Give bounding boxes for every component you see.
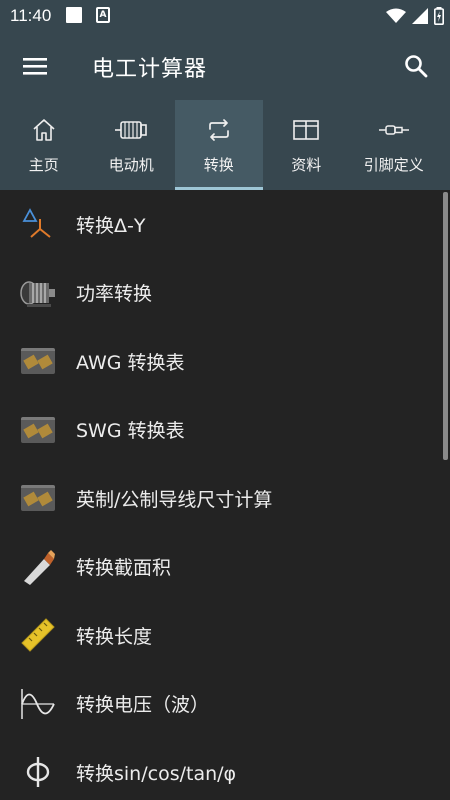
list-item-cross-section[interactable]: 转换截面积 [0,533,450,602]
status-icons [386,6,444,26]
tab-pinout[interactable]: 引脚定义 [350,100,438,190]
list-item-power[interactable]: 功率转换 [0,259,450,328]
cable-icon [24,549,55,585]
status-time: 11:40 [10,6,52,25]
sine-wave-icon [21,688,55,719]
wifi-icon [386,8,406,23]
list-item-awg[interactable]: AWG 转换表 [0,327,450,396]
list-item-label: 英制/公制导线尺寸计算 [76,488,273,511]
search-button[interactable] [396,46,436,86]
tab-bar: 主页 电动机 转换 资料 引脚定义 [0,100,450,190]
app-title: 电工计算器 [92,57,208,82]
list-item-label: AWG 转换表 [76,351,185,374]
convert-icon [208,119,229,141]
list-item-label: 转换截面积 [76,557,172,580]
list-item-label: 转换电压（波） [76,694,210,717]
tab-home[interactable]: 主页 [0,100,88,190]
conversion-list: 转换Δ-Y 功率转换 AWG 转换表 SWG 转换表 英制/公制导线尺寸计算 转… [0,190,450,800]
connector-icon [378,125,409,135]
list-item-label: 功率转换 [76,283,153,306]
phi-icon [26,757,50,788]
list-item-voltage-wave[interactable]: 转换电压（波） [0,670,450,739]
notification-icon [66,7,82,23]
list-item-label: 转换Δ-Y [76,214,146,237]
search-icon [405,55,428,78]
awg-chip-icon [21,348,55,375]
app-bar: 电工计算器 [0,32,450,100]
list-item-label: 转换sin/cos/tan/φ [76,762,237,785]
list-item-delta-y[interactable]: 转换Δ-Y [0,190,450,259]
tab-label: 主页 [28,156,59,174]
tab-label: 转换 [203,156,234,174]
motor-image-icon [20,281,55,307]
tab-label: 引脚定义 [363,156,424,174]
signal-icon [412,8,428,24]
tab-convert[interactable]: 转换 [175,100,263,190]
list-item-label: 转换长度 [76,625,153,648]
motor-icon [115,121,148,139]
menu-button[interactable] [14,46,56,86]
list-item-wire-size[interactable]: 英制/公制导线尺寸计算 [0,464,450,533]
table-icon [293,120,320,140]
swg-chip-icon [21,416,55,443]
hamburger-menu-icon [23,58,47,75]
list-item-length[interactable]: 转换长度 [0,601,450,670]
status-bar: 11:40 A [0,0,450,32]
wire-size-chip-icon [21,485,55,512]
tab-reference[interactable]: 资料 [263,100,351,190]
tab-label: 电动机 [108,156,154,174]
tab-motor[interactable]: 电动机 [88,100,176,190]
app-header: 11:40 A 电工计算器 主页 电动机 转换 资料 引脚定义 [0,0,450,190]
tab-label: 资料 [291,156,322,174]
home-icon [33,119,55,141]
list-item-swg[interactable]: SWG 转换表 [0,396,450,465]
battery-icon [434,7,444,25]
list-item-label: SWG 转换表 [76,420,185,443]
ruler-icon [21,618,55,652]
notification-a-icon: A [96,7,110,23]
list-scrollbar[interactable] [443,192,448,460]
list-item-trig[interactable]: 转换sin/cos/tan/φ [0,738,450,800]
delta-wye-icon [22,208,51,239]
